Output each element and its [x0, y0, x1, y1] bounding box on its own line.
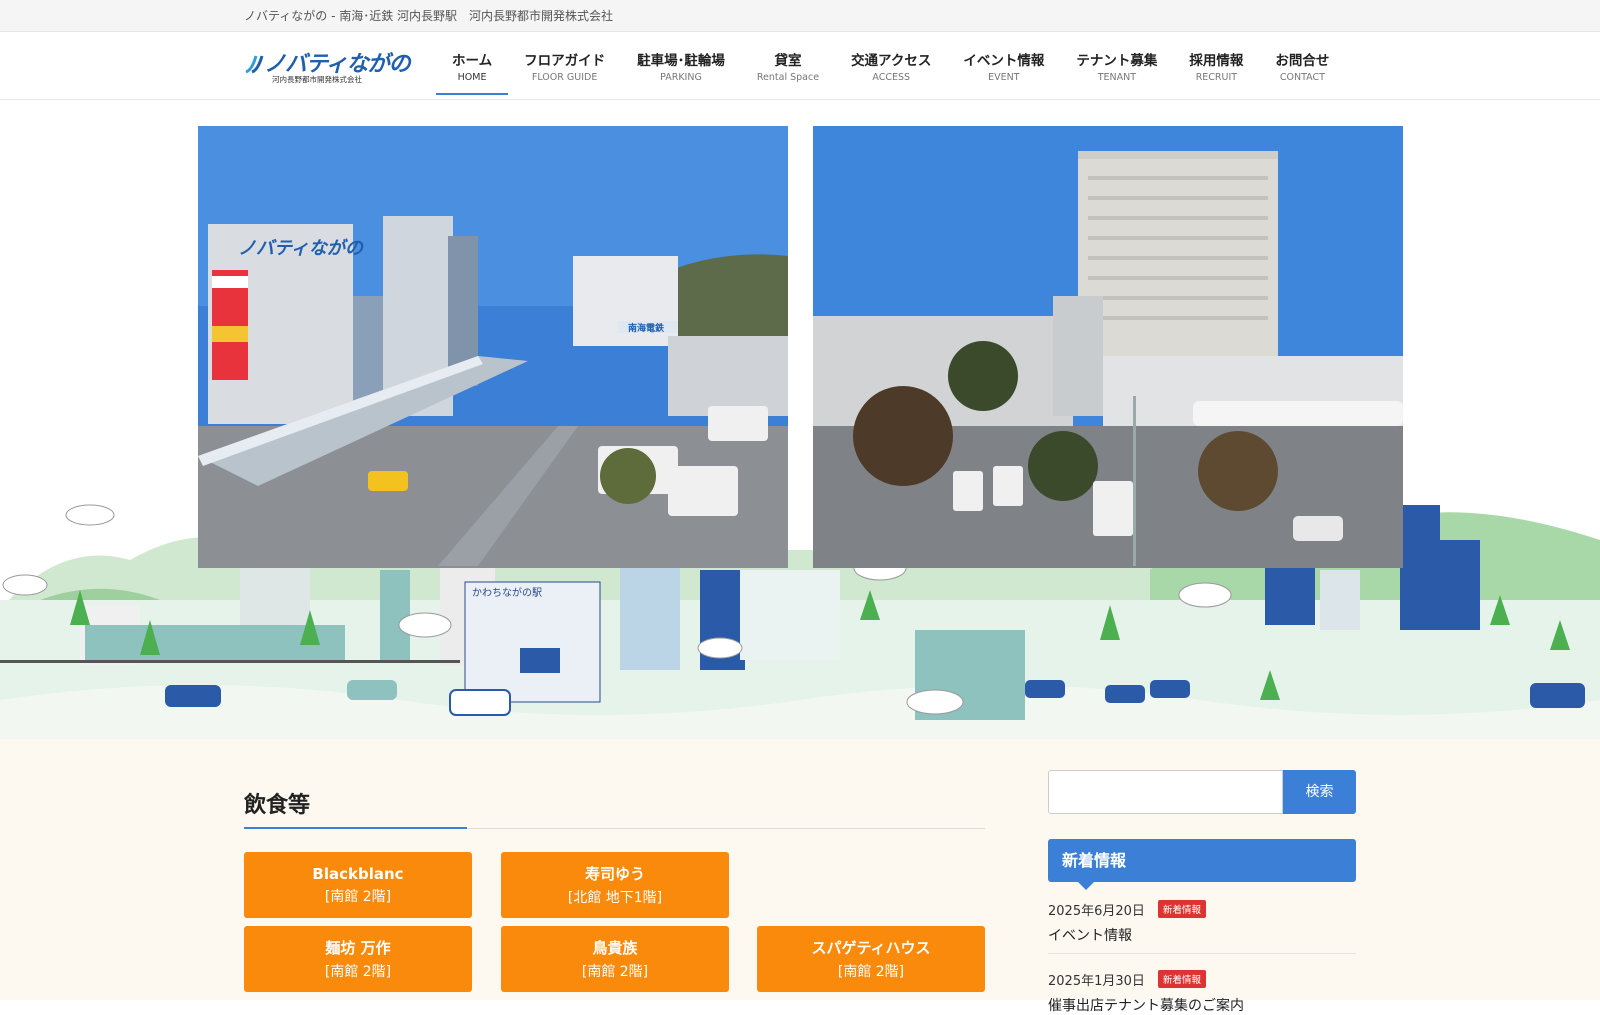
- news-badge: 新着情報: [1158, 970, 1207, 988]
- shop-floor: [南館 2階]: [324, 964, 392, 980]
- nav-event[interactable]: イベント情報 EVENT: [947, 32, 1060, 100]
- nav-label: お問合せ: [1275, 53, 1330, 69]
- nav-recruit[interactable]: 採用情報 RECRUIT: [1173, 32, 1259, 100]
- site-header: ノバティながの 河内長野都市開発株式会社 ホーム HOME フロアガイド FLO…: [0, 32, 1600, 100]
- nav-contact[interactable]: お問合せ CONTACT: [1259, 32, 1345, 100]
- building-sign: ノバティながの: [238, 238, 364, 259]
- shop-button-spaghetti-house[interactable]: スパゲティハウス [南館 2階]: [757, 926, 985, 992]
- shop-name: 麺坊 万作: [325, 939, 391, 957]
- nav-sublabel: PARKING: [660, 72, 702, 83]
- nav-label: 駐車場･駐輪場: [637, 53, 725, 69]
- station-photo-image-2: [813, 126, 1403, 568]
- section-title: 飲食等: [244, 793, 311, 818]
- shop-name: 寿司ゆう: [584, 865, 645, 883]
- shop-floor: [北館 地下1階]: [567, 890, 663, 906]
- nav-label: 貸室: [774, 53, 802, 69]
- nav-label: フロアガイド: [524, 53, 606, 69]
- nav-home[interactable]: ホーム HOME: [436, 32, 509, 100]
- hero-photo-right: [813, 126, 1403, 568]
- main-nav: ホーム HOME フロアガイド FLOOR GUIDE 駐車場･駐輪場 PARK…: [436, 32, 1345, 100]
- nav-parking[interactable]: 駐車場･駐輪場 PARKING: [621, 32, 741, 100]
- news-divider: [1048, 953, 1356, 954]
- nav-sublabel: ACCESS: [872, 72, 911, 83]
- nav-label: 採用情報: [1189, 53, 1244, 69]
- nav-label: 交通アクセス: [851, 53, 932, 69]
- station-photo-image: ノバティながの 南海電鉄: [198, 126, 788, 568]
- nav-access[interactable]: 交通アクセス ACCESS: [835, 32, 947, 100]
- logo-subtext: 河内長野都市開発株式会社: [272, 75, 362, 84]
- nav-rental-space[interactable]: 貸室 Rental Space: [741, 32, 835, 100]
- shop-floor: [南館 2階]: [581, 964, 649, 980]
- news-item[interactable]: 2025年6月20日 新着情報 イベント情報: [1048, 900, 1356, 945]
- station-sign: かわちながの駅: [472, 586, 542, 599]
- news-badge: 新着情報: [1158, 900, 1207, 918]
- shop-name: スパゲティハウス: [811, 939, 931, 957]
- section-divider-accent: [244, 827, 467, 829]
- shop-name: Blackblanc: [312, 864, 404, 883]
- shop-button-menbo-mansaku[interactable]: 麺坊 万作 [南館 2階]: [244, 926, 472, 992]
- news-title[interactable]: イベント情報: [1048, 925, 1356, 945]
- nav-label: ホーム: [452, 53, 493, 69]
- railway-sign: 南海電鉄: [628, 322, 665, 334]
- shop-name: 鳥貴族: [592, 939, 638, 957]
- nav-tenant[interactable]: テナント募集 TENANT: [1060, 32, 1173, 100]
- nav-sublabel: CONTACT: [1279, 72, 1325, 83]
- shop-button-sushi-yuu[interactable]: 寿司ゆう [北館 地下1階]: [501, 852, 729, 918]
- nav-sublabel: RECRUIT: [1195, 72, 1238, 83]
- news-date: 2025年1月30日: [1048, 974, 1145, 989]
- main-content-area: 飲食等 Blackblanc [南館 2階] 寿司ゆう [北館 地下1階] 麺坊…: [0, 739, 1600, 1014]
- search-input[interactable]: [1048, 770, 1283, 814]
- hero-section: かわちながの駅 ノバティながの 南海電鉄: [0, 100, 1600, 739]
- news-date: 2025年6月20日: [1048, 904, 1145, 919]
- nav-sublabel: EVENT: [988, 72, 1020, 83]
- nav-label: イベント情報: [963, 53, 1045, 69]
- nav-floor-guide[interactable]: フロアガイド FLOOR GUIDE: [508, 32, 621, 100]
- shop-floor: [南館 2階]: [837, 964, 905, 980]
- nav-sublabel: HOME: [457, 72, 487, 83]
- top-bar: ノバティながの - 南海･近鉄 河内長野駅 河内長野都市開発株式会社: [0, 0, 1600, 32]
- nav-label: テナント募集: [1076, 53, 1158, 69]
- search-button[interactable]: 検索: [1283, 770, 1356, 814]
- nav-sublabel: TENANT: [1097, 72, 1137, 83]
- nav-sublabel: Rental Space: [756, 72, 820, 83]
- site-logo[interactable]: ノバティながの 河内長野都市開発株式会社: [244, 46, 411, 88]
- shop-floor: [南館 2階]: [324, 888, 392, 905]
- news-item[interactable]: 2025年1月30日 新着情報 催事出店テナント募集のご案内: [1048, 970, 1356, 1015]
- shop-button-blackblanc[interactable]: Blackblanc [南館 2階]: [244, 852, 472, 918]
- nav-sublabel: FLOOR GUIDE: [531, 72, 598, 83]
- news-title[interactable]: 催事出店テナント募集のご案内: [1048, 995, 1356, 1015]
- top-bar-text: ノバティながの - 南海･近鉄 河内長野駅 河内長野都市開発株式会社: [244, 9, 614, 23]
- news-heading: 新着情報: [1048, 839, 1356, 890]
- hero-photo-left: ノバティながの 南海電鉄: [198, 126, 788, 568]
- shop-button-torikizoku[interactable]: 鳥貴族 [南館 2階]: [501, 926, 729, 992]
